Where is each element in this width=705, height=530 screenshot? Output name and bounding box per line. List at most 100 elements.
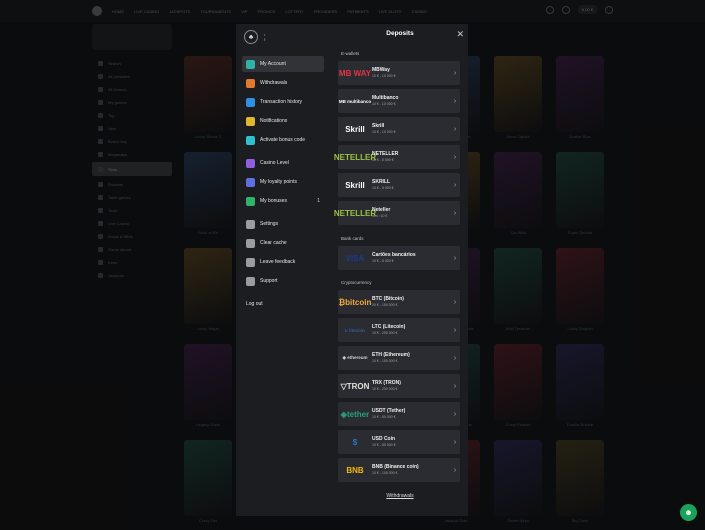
gift-icon bbox=[246, 135, 255, 145]
payment-logo: ◆ ethereum bbox=[342, 355, 368, 360]
payment-logo: MB multibanco bbox=[338, 98, 372, 104]
menu-item[interactable]: Clear cache bbox=[242, 235, 324, 251]
payment-logo: ▽TRON bbox=[340, 381, 370, 391]
payment-limits: 10 € - 100 000 € bbox=[372, 471, 398, 475]
menu-item-label: Leave feedback bbox=[260, 259, 296, 265]
payment-method[interactable]: $ USD Coin 10 € - 50 000 € › bbox=[338, 430, 460, 454]
menu-item[interactable]: Support bbox=[242, 273, 324, 289]
deposit-section-title: Bank cards bbox=[341, 236, 364, 241]
payment-method[interactable]: Ł litecoin LTC (Litecoin) 10 € - 250 000 €… bbox=[338, 318, 460, 342]
payment-method[interactable]: ▽TRON TRX (TRON) 10 € - 200 000 € › bbox=[338, 374, 460, 398]
account-id: ℓ bbox=[264, 37, 266, 42]
chevron-right-icon: › bbox=[453, 354, 457, 362]
withdrawals-link[interactable]: Withdrawals bbox=[332, 493, 468, 499]
menu-item[interactable]: Notifications bbox=[242, 113, 324, 129]
payment-limits: 10 € - 250 000 € bbox=[372, 331, 398, 335]
payment-logo: ₿bitcoin bbox=[338, 297, 372, 307]
payment-method[interactable]: MB multibanco Multibanco 10 € - 10 000 € › bbox=[338, 89, 460, 113]
menu-item[interactable]: Casino Level bbox=[242, 155, 324, 171]
payment-logo: NETELLER bbox=[333, 152, 377, 162]
deposit-section-title: Cryptocurrency bbox=[341, 280, 372, 285]
chevron-right-icon: › bbox=[453, 438, 457, 446]
payment-method[interactable]: NETELLER NETELLER 10 € - 5 000 € › bbox=[333, 145, 460, 169]
menu-item-label: Log out bbox=[246, 301, 263, 307]
bonus-count-badge: 1 bbox=[317, 198, 320, 204]
account-modal: ♣ • ℓ My Account Withdrawals Transaction h… bbox=[236, 24, 468, 516]
chevron-right-icon: › bbox=[453, 153, 457, 161]
payment-method[interactable]: MB WAY MBWay 10 € - 10 000 € › bbox=[338, 61, 460, 85]
menu-item[interactable]: My loyalty points bbox=[242, 174, 324, 190]
user-icon bbox=[246, 59, 255, 69]
payment-limits: 10 € - 50 000 € bbox=[372, 443, 396, 447]
chevron-right-icon: › bbox=[453, 69, 457, 77]
deposits-title: Deposits bbox=[386, 30, 414, 37]
payment-limits: 10 € - 5 000 € bbox=[372, 259, 394, 263]
menu-item-label: Settings bbox=[260, 221, 279, 227]
payment-method[interactable]: ◆ ethereum ETH (Ethereum) 10 € - 150 000 €… bbox=[338, 346, 460, 370]
menu-item-label: Notifications bbox=[260, 118, 288, 124]
payment-logo: VISA bbox=[345, 253, 365, 263]
payment-method[interactable]: Skrill SKRILL 10 € - 5 000 € › bbox=[338, 173, 460, 197]
menu-item[interactable]: My Account bbox=[242, 56, 324, 72]
payment-limits: 20 € - 150 000 € bbox=[372, 303, 398, 307]
payment-logo: MB WAY bbox=[338, 68, 372, 78]
menu-item[interactable]: My bonuses 1 bbox=[242, 193, 324, 209]
chevron-right-icon: › bbox=[453, 382, 457, 390]
withdrawal-icon bbox=[246, 78, 255, 88]
menu-item[interactable]: Log out bbox=[242, 296, 324, 312]
star-icon bbox=[246, 177, 255, 187]
payment-logo: Skrill bbox=[345, 124, 365, 134]
avatar[interactable]: ♣ bbox=[244, 30, 258, 44]
payment-logo: $ bbox=[352, 437, 358, 447]
payment-method[interactable]: NETELLER Neteller min.: 10 € › bbox=[334, 201, 460, 225]
menu-item-label: Clear cache bbox=[260, 240, 287, 246]
payment-logo: Ł litecoin bbox=[345, 327, 365, 333]
level-icon bbox=[246, 158, 255, 168]
chevron-right-icon: › bbox=[453, 466, 457, 474]
payment-limits: min.: 10 € bbox=[372, 214, 388, 218]
bell-icon bbox=[246, 116, 255, 126]
menu-item-label: Activate bonus code bbox=[260, 137, 306, 143]
payment-method[interactable]: ₿bitcoin BTC (Bitcoin) 20 € - 150 000 € › bbox=[338, 290, 460, 314]
menu-item[interactable]: Leave feedback bbox=[242, 254, 324, 270]
support-icon bbox=[246, 276, 255, 286]
payment-limits: 10 € - 5 000 € bbox=[372, 186, 394, 190]
menu-item[interactable]: Activate bonus code bbox=[242, 132, 324, 148]
payment-method[interactable]: ◈tether USDT (Tether) 10 € - 50 000 € › bbox=[338, 402, 460, 426]
bonus-icon bbox=[246, 196, 255, 206]
chevron-right-icon: › bbox=[453, 298, 457, 306]
menu-item-label: Withdrawals bbox=[260, 80, 288, 86]
feedback-icon bbox=[246, 257, 255, 267]
menu-item-label: My bonuses bbox=[260, 198, 287, 204]
chevron-right-icon: › bbox=[453, 125, 457, 133]
menu-item[interactable]: Transaction history bbox=[242, 94, 324, 110]
menu-item-label: My Account bbox=[260, 61, 286, 67]
chevron-right-icon: › bbox=[453, 181, 457, 189]
gear-icon bbox=[246, 219, 255, 229]
menu-item[interactable]: Withdrawals bbox=[242, 75, 324, 91]
menu-item-label: Transaction history bbox=[260, 99, 303, 105]
payment-limits: 10 € - 10 000 € bbox=[372, 74, 396, 78]
payment-logo: ◈tether bbox=[340, 409, 370, 419]
menu-item-label: My loyalty points bbox=[260, 179, 297, 185]
menu-item[interactable]: Settings bbox=[242, 216, 324, 232]
payment-method[interactable]: BNB BNB (Binance coin) 10 € - 100 000 € › bbox=[338, 458, 460, 482]
payment-limits: 10 € - 10 000 € bbox=[372, 130, 396, 134]
payment-method[interactable]: Skrill Skrill 10 € - 10 000 € › bbox=[338, 117, 460, 141]
chevron-right-icon: › bbox=[453, 97, 457, 105]
chat-support-button[interactable]: ☻ bbox=[680, 504, 697, 521]
menu-item-label: Support bbox=[260, 278, 278, 284]
close-icon[interactable]: ✕ bbox=[456, 29, 464, 40]
trash-icon bbox=[246, 238, 255, 248]
payment-limits: 10 € - 150 000 € bbox=[372, 359, 398, 363]
payment-logo: BNB bbox=[346, 465, 364, 475]
payment-method[interactable]: VISA Cartões bancários 10 € - 5 000 € › bbox=[338, 246, 460, 270]
payment-limits: 10 € - 10 000 € bbox=[372, 102, 396, 106]
account-menu: ♣ • ℓ My Account Withdrawals Transaction h… bbox=[236, 24, 332, 516]
menu-item-label: Casino Level bbox=[260, 160, 289, 166]
payment-logo: Skrill bbox=[345, 180, 365, 190]
payment-limits: 10 € - 50 000 € bbox=[372, 415, 396, 419]
deposit-section-title: E-wallets bbox=[341, 51, 360, 56]
chevron-right-icon: › bbox=[453, 326, 457, 334]
payment-limits: 10 € - 5 000 € bbox=[372, 158, 394, 162]
